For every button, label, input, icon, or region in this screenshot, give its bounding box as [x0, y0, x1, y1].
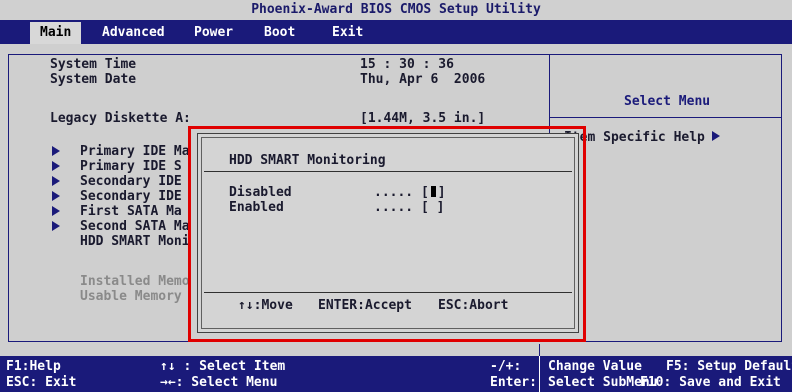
highlight-outline	[188, 126, 586, 342]
footer-enter-key: Enter:	[490, 375, 537, 390]
tab-advanced[interactable]: Advanced	[92, 22, 175, 44]
submenu-primary-ide-master[interactable]: Primary IDE Ma	[80, 144, 190, 159]
help-panel-title: Select Menu	[624, 94, 711, 109]
submenu-secondary-ide-master[interactable]: Secondary IDE	[80, 174, 182, 189]
submenu-arrow-icon	[52, 146, 60, 156]
legacy-diskette-value[interactable]: [1.44M, 3.5 in.]	[360, 111, 485, 126]
footer-select-item: ↑↓ : Select Item	[160, 359, 286, 374]
footer-select-menu: →←: Select Menu	[160, 375, 278, 390]
footer-f5-defaults: F5: Setup Defaults	[666, 359, 792, 374]
footer-bar: F1:Help ↑↓ : Select Item -/+: Change Val…	[0, 356, 792, 392]
submenu-arrow-icon	[52, 191, 60, 201]
hdd-smart-monitoring-item[interactable]: HDD SMART Moni	[80, 234, 190, 249]
footer-esc-exit: ESC: Exit	[6, 375, 77, 390]
submenu-primary-ide-slave[interactable]: Primary IDE S	[80, 159, 182, 174]
submenu-secondary-ide-slave[interactable]: Secondary IDE	[80, 189, 182, 204]
footer-f1-help: F1:Help	[6, 359, 61, 374]
tab-exit[interactable]: Exit	[322, 22, 373, 44]
submenu-arrow-icon	[52, 221, 60, 231]
footer-f10-save-exit: F10: Save and Exit	[640, 375, 781, 390]
usable-memory-label: Usable Memory	[80, 289, 182, 304]
help-arrow-icon	[712, 131, 720, 141]
menu-bar: Main Advanced Power Boot Exit	[0, 22, 792, 44]
submenu-second-sata-master[interactable]: Second SATA Ma	[80, 219, 190, 234]
system-time-label: System Time	[50, 57, 137, 72]
system-time-value[interactable]: 15 : 30 : 36	[360, 57, 454, 72]
submenu-arrow-icon	[52, 176, 60, 186]
tab-boot[interactable]: Boot	[254, 22, 305, 44]
help-divider-horizontal	[549, 117, 781, 118]
submenu-first-sata-master[interactable]: First SATA Ma	[80, 204, 182, 219]
window-title: Phoenix-Award BIOS CMOS Setup Utility	[0, 0, 792, 22]
submenu-arrow-icon	[52, 161, 60, 171]
tab-main[interactable]: Main	[30, 22, 82, 44]
installed-memory-label: Installed Memo	[80, 274, 190, 289]
submenu-arrow-icon	[52, 206, 60, 216]
footer-change-value: Change Value	[548, 359, 642, 374]
footer-change-value-key: -/+:	[490, 359, 522, 374]
tab-power[interactable]: Power	[184, 22, 243, 44]
footer-divider	[539, 356, 540, 392]
legacy-diskette-label: Legacy Diskette A:	[50, 111, 191, 126]
system-date-label: System Date	[50, 72, 137, 87]
system-date-value[interactable]: Thu, Apr 6 2006	[360, 72, 485, 87]
